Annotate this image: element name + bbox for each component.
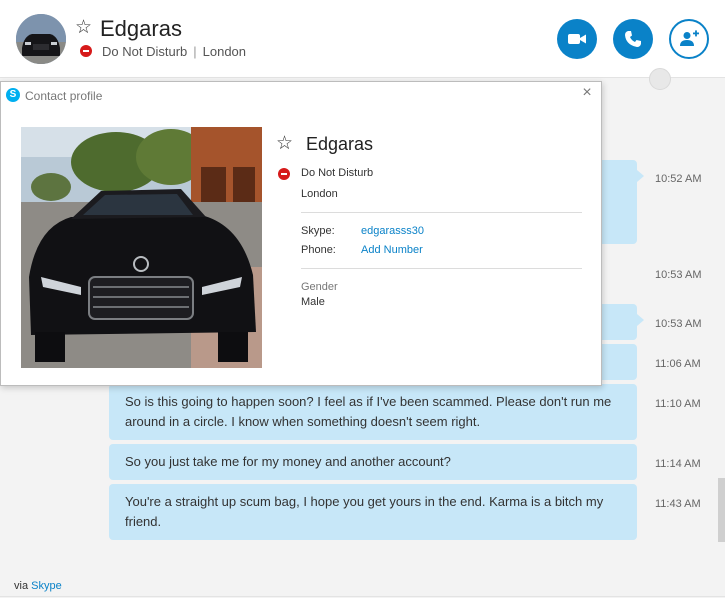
- voice-call-button[interactable]: [613, 19, 653, 59]
- message-timestamp: 10:53 AM: [655, 318, 702, 330]
- video-call-button[interactable]: [557, 19, 597, 59]
- car-photo: [21, 127, 262, 368]
- globe-icon: [649, 68, 671, 90]
- contact-avatar[interactable]: [16, 14, 66, 64]
- message-bubble[interactable]: You're a straight up scum bag, I hope yo…: [109, 484, 637, 540]
- contact-status: Do Not Disturb: [102, 44, 188, 59]
- add-people-button[interactable]: [669, 19, 709, 59]
- close-icon[interactable]: ×: [579, 85, 595, 101]
- via-skype-footer: via Skype: [14, 580, 62, 592]
- car-photo-thumbnail: [16, 14, 66, 64]
- video-camera-icon: [568, 34, 586, 44]
- contact-name: Edgaras: [100, 16, 182, 41]
- profile-divider: [301, 268, 582, 269]
- profile-divider: [301, 212, 582, 213]
- message-timestamp: 11:14 AM: [655, 458, 701, 470]
- favorite-star-icon[interactable]: ☆: [276, 134, 293, 153]
- message-timestamp: 11:43 AM: [655, 498, 701, 510]
- profile-location: London: [301, 188, 338, 200]
- profile-name: Edgaras: [306, 134, 374, 154]
- gender-label: Gender: [301, 281, 338, 293]
- skype-id-value[interactable]: edgarasss30: [361, 225, 424, 237]
- chat-scrollbar[interactable]: [718, 478, 725, 542]
- chat-header: ☆ Edgaras Do Not Disturb | London: [0, 0, 725, 78]
- profile-photo: [21, 127, 262, 368]
- phone-label: Phone:: [301, 244, 336, 256]
- skype-logo-icon: S: [6, 88, 20, 102]
- message-bubble[interactable]: So you just take me for my money and ano…: [109, 444, 637, 480]
- message-timestamp: 10:53 AM: [655, 269, 702, 281]
- add-person-icon: [680, 30, 699, 46]
- skype-link[interactable]: Skype: [31, 580, 62, 592]
- message-timestamp: 11:10 AM: [655, 398, 701, 410]
- footer-divider: [0, 596, 725, 597]
- phone-icon: [625, 31, 641, 47]
- favorite-star-icon[interactable]: ☆: [75, 18, 92, 37]
- gender-value: Male: [301, 296, 325, 308]
- header-divider: [0, 77, 725, 78]
- contact-status-line: Do Not Disturb | London: [102, 44, 246, 59]
- message-bubble[interactable]: So is this going to happen soon? I feel …: [109, 384, 637, 440]
- do-not-disturb-icon: [80, 45, 92, 57]
- popup-title: Contact profile: [25, 89, 103, 103]
- profile-status: Do Not Disturb: [301, 167, 374, 179]
- contact-profile-popup: S Contact profile × ☆ Edgaras Do Not Dis…: [0, 81, 602, 386]
- skype-id-label: Skype:: [301, 225, 335, 237]
- message-timestamp: 11:06 AM: [655, 358, 701, 370]
- do-not-disturb-icon: [278, 168, 290, 180]
- add-number-link[interactable]: Add Number: [361, 244, 423, 256]
- contact-location: London: [202, 44, 247, 59]
- message-timestamp: 10:52 AM: [655, 173, 702, 185]
- status-separator: |: [193, 44, 197, 59]
